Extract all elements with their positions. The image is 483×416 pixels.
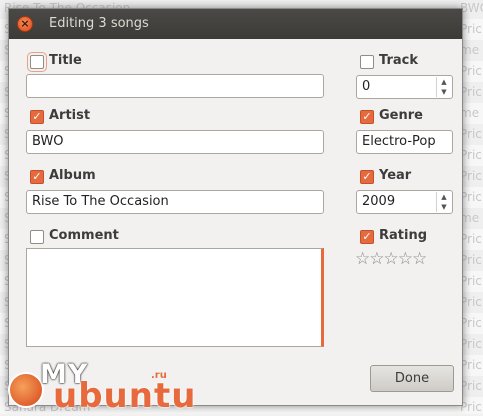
artist-field[interactable]: BWO [26, 130, 324, 154]
background-list-cell: Pric [460, 337, 482, 351]
ubuntu-logo-icon [8, 372, 44, 408]
track-value: 0 [362, 79, 371, 94]
edit-songs-dialog: × Editing 3 songs Title ✓ Artist BWO ✓ A… [8, 8, 463, 406]
album-label: Album [49, 168, 96, 183]
track-label: Track [379, 53, 418, 68]
background-list-cell: Pric [460, 400, 482, 414]
background-list-cell: me C [460, 211, 483, 225]
background-list-cell: Pric [460, 274, 482, 288]
dialog-title: Editing 3 songs [49, 16, 149, 31]
comment-checkbox[interactable] [30, 230, 44, 244]
done-button[interactable]: Done [370, 365, 454, 392]
background-list-cell: Pric [460, 190, 482, 204]
artist-checkbox[interactable]: ✓ [30, 110, 44, 124]
rating-label: Rating [379, 228, 428, 243]
background-list-cell: Pric [460, 148, 482, 162]
artist-label: Artist [49, 108, 91, 123]
close-icon[interactable]: × [17, 16, 33, 32]
background-list-cell: Pric [460, 253, 482, 267]
titlebar: × Editing 3 songs [9, 9, 462, 39]
background-list-cell: BWO [460, 1, 483, 15]
background-list-cell: Pric [460, 295, 482, 309]
background-list-cell: Pric [460, 316, 482, 330]
title-checkbox[interactable] [27, 52, 47, 72]
background-list-cell: Pric [460, 358, 482, 372]
track-spinbox[interactable]: 0 ▲ ▼ [356, 75, 453, 99]
album-checkbox[interactable]: ✓ [30, 170, 44, 184]
year-label: Year [379, 168, 412, 183]
track-spin-arrows[interactable]: ▲ ▼ [436, 77, 451, 97]
myubuntu-logo: MY .ru ubuntu [0, 359, 200, 416]
title-label: Title [49, 53, 82, 68]
background-list-cell: Pric [460, 64, 482, 78]
logo-ubuntu-text: ubuntu [53, 376, 197, 416]
genre-checkbox[interactable]: ✓ [360, 110, 374, 124]
background-list-cell: Pric [460, 85, 482, 99]
year-value: 2009 [362, 194, 396, 209]
background-list-cell: Pric [460, 379, 482, 393]
comment-textarea[interactable] [26, 248, 324, 347]
comment-label: Comment [49, 228, 119, 243]
genre-field[interactable]: Electro-Pop [356, 130, 453, 154]
background-list-cell: Pric [460, 232, 482, 246]
album-field[interactable]: Rise To The Occasion [26, 190, 324, 214]
background-list-cell: me C [460, 43, 483, 57]
track-checkbox[interactable] [360, 55, 374, 69]
background-list-cell: Pric [460, 169, 482, 183]
title-field[interactable] [26, 74, 324, 98]
rating-checkbox[interactable]: ✓ [360, 230, 374, 244]
background-list-cell: Pric [460, 22, 482, 36]
year-spinbox[interactable]: 2009 ▲ ▼ [356, 190, 453, 214]
genre-label: Genre [379, 108, 423, 123]
year-spin-arrows[interactable]: ▲ ▼ [436, 192, 451, 212]
background-list-cell: me C [460, 106, 483, 120]
background-list-cell: Pric [460, 127, 482, 141]
year-checkbox[interactable]: ✓ [360, 170, 374, 184]
rating-stars[interactable]: ☆☆☆☆☆ [355, 249, 427, 269]
